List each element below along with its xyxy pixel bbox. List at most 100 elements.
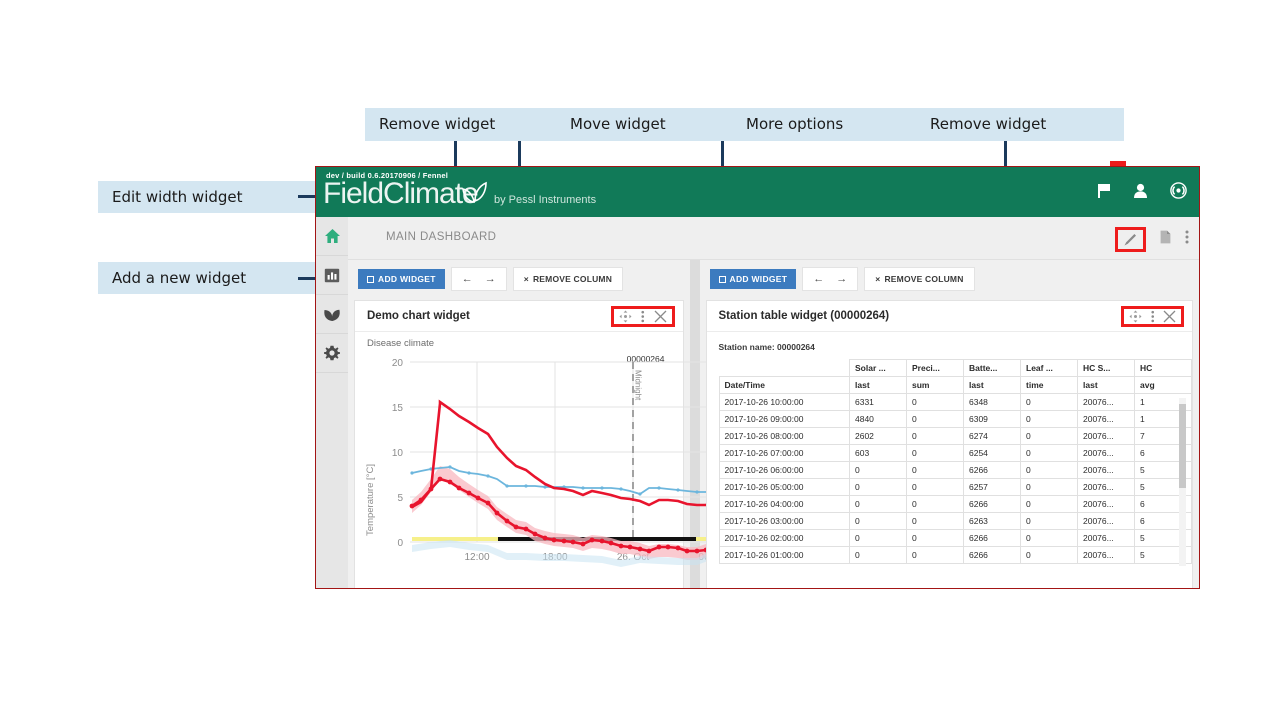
document-button[interactable]	[1160, 230, 1171, 249]
cell-datetime: 2017-10-26 10:00:00	[718, 393, 850, 411]
table-header-leaf[interactable]: Leaf ...	[1020, 359, 1078, 377]
arrow-right-icon[interactable]: →	[836, 273, 847, 285]
add-widget-label: ADD WIDGET	[378, 274, 436, 284]
move-widget-button[interactable]	[1129, 310, 1142, 323]
table-row[interactable]: 2017-10-26 10:00:00 6331 0 6348 0 20076.…	[718, 393, 1192, 411]
cell-solar: 0	[849, 512, 907, 530]
widget-more-options-button[interactable]	[1150, 310, 1155, 323]
cell-leaf: 0	[1020, 444, 1078, 462]
cell-datetime: 2017-10-26 03:00:00	[718, 512, 850, 530]
remove-column-button[interactable]: × REMOVE COLUMN	[512, 267, 624, 291]
person-icon[interactable]	[1133, 183, 1148, 199]
cell-datetime: 2017-10-26 06:00:00	[718, 461, 850, 479]
cell-battery: 6309	[963, 410, 1021, 428]
sidebar-item-home[interactable]	[316, 217, 348, 256]
table-header-datetime[interactable]: Date/Time	[718, 376, 850, 394]
table-header-blank	[719, 359, 850, 377]
table-agg-battery: last	[963, 376, 1021, 394]
cell-datetime: 2017-10-26 07:00:00	[718, 444, 850, 462]
svg-text:5: 5	[397, 493, 403, 504]
table-row[interactable]: 2017-10-26 05:00:00 0 0 6257 0 20076... …	[718, 478, 1192, 496]
sidebar-item-settings[interactable]	[316, 334, 348, 373]
cell-hc-s: 20076...	[1077, 495, 1135, 513]
table-horizontal-scrollbar[interactable]	[719, 588, 1177, 589]
table-row[interactable]: 2017-10-26 02:00:00 0 0 6266 0 20076... …	[718, 529, 1192, 547]
table-header-hc-s[interactable]: HC S...	[1077, 359, 1135, 377]
table-agg-leaf: time	[1020, 376, 1078, 394]
table-agg-solar: last	[849, 376, 907, 394]
chart-icon	[324, 268, 340, 282]
callout-label: Move widget	[570, 115, 666, 133]
column-toolbar-right: ADD WIDGET ← → × REMOVE COLUMN	[706, 260, 1194, 298]
arrow-right-icon[interactable]: →	[485, 273, 496, 285]
app-logo-text: FieldClimate	[323, 177, 479, 210]
cell-hc-s: 20076...	[1077, 529, 1135, 547]
table-row[interactable]: 2017-10-26 01:00:00 0 0 6266 0 20076... …	[718, 546, 1192, 564]
table-row[interactable]: 2017-10-26 08:00:00 2602 0 6274 0 20076.…	[718, 427, 1192, 445]
remove-column-button[interactable]: × REMOVE COLUMN	[864, 267, 975, 291]
sidebar-item-charts[interactable]	[316, 256, 348, 295]
widget-more-options-button[interactable]	[641, 310, 645, 323]
app-screenshot: dev / build 0.6.20170906 / Fennel FieldC…	[315, 166, 1200, 589]
table-body: Station name: 00000264 Solar ... Preci..…	[707, 332, 1192, 589]
dashboard-columns: ADD WIDGET ← → × REMOVE COLUMN Demo char…	[348, 260, 1199, 588]
cell-hc-s: 20076...	[1077, 444, 1135, 462]
cell-hc-s: 20076...	[1077, 512, 1135, 530]
move-widget-button[interactable]	[619, 310, 632, 323]
callout-label: More options	[746, 115, 844, 133]
table-widget-title: Station table widget (00000264)	[718, 310, 890, 322]
column-move-arrows[interactable]: ← →	[802, 267, 859, 291]
more-vertical-icon	[1150, 310, 1154, 322]
cell-solar: 0	[849, 546, 907, 564]
table-header-solar[interactable]: Solar ...	[849, 359, 907, 377]
table-row[interactable]: 2017-10-26 07:00:00 603 0 6254 0 20076..…	[718, 444, 1192, 462]
table-header-hc[interactable]: HC	[1134, 359, 1192, 377]
cell-datetime: 2017-10-26 09:00:00	[718, 410, 850, 428]
table-vertical-scrollbar[interactable]	[1179, 398, 1186, 566]
cell-leaf: 0	[1020, 461, 1078, 479]
table-row[interactable]: 2017-10-26 06:00:00 0 0 6266 0 20076... …	[718, 461, 1192, 479]
table-row[interactable]: 2017-10-26 09:00:00 4840 0 6309 0 20076.…	[718, 410, 1192, 428]
callout-move-widget: Move widget	[556, 108, 742, 141]
callout-remove-widget-1: Remove widget	[365, 108, 569, 141]
remove-widget-button[interactable]	[1163, 310, 1176, 323]
chart-widget-title: Demo chart widget	[367, 310, 470, 322]
cell-solar: 0	[849, 495, 907, 513]
scrollbar-thumb[interactable]	[765, 588, 880, 589]
arrow-left-icon[interactable]: ←	[813, 273, 824, 285]
move-icon	[1129, 310, 1141, 322]
add-widget-square-icon	[718, 275, 726, 283]
cell-solar: 603	[849, 444, 907, 462]
arrow-left-icon[interactable]: ←	[462, 273, 473, 285]
cell-precipitation: 0	[906, 410, 964, 428]
table-header-battery[interactable]: Batte...	[963, 359, 1021, 377]
cell-datetime: 2017-10-26 08:00:00	[718, 427, 850, 445]
cell-solar: 2602	[849, 427, 907, 445]
sidebar-item-disease[interactable]	[316, 295, 348, 334]
cell-hc-s: 20076...	[1077, 478, 1135, 496]
cell-solar: 4840	[849, 410, 907, 428]
edit-width-button[interactable]	[1115, 227, 1146, 252]
dashboard-content: MAIN DASHBOARD ADD WIDGET ← → × REMOVE C…	[348, 217, 1199, 588]
table-row[interactable]: 2017-10-26 03:00:00 0 0 6263 0 20076... …	[718, 512, 1192, 530]
callout-label: Edit width widget	[112, 187, 243, 206]
cell-solar: 0	[849, 461, 907, 479]
dashboard-bar: MAIN DASHBOARD	[348, 217, 1199, 260]
add-widget-button[interactable]: ADD WIDGET	[358, 269, 445, 289]
broadcast-icon[interactable]	[1170, 182, 1187, 199]
callout-label: Remove widget	[379, 115, 496, 133]
add-widget-button[interactable]: ADD WIDGET	[709, 269, 797, 289]
cell-datetime: 2017-10-26 04:00:00	[718, 495, 850, 513]
table-widget: Station table widget (00000264) Station …	[705, 300, 1193, 589]
cell-battery: 6263	[963, 512, 1021, 530]
sidebar-rail	[316, 217, 349, 588]
flag-icon[interactable]	[1097, 183, 1111, 199]
table-row[interactable]: 2017-10-26 04:00:00 0 0 6266 0 20076... …	[718, 495, 1192, 513]
table-header-precipitation[interactable]: Preci...	[906, 359, 964, 377]
column-move-arrows[interactable]: ← →	[450, 267, 507, 291]
svg-text:15: 15	[392, 403, 404, 414]
remove-widget-button[interactable]	[654, 310, 667, 323]
more-options-button[interactable]	[1185, 230, 1189, 249]
cell-battery: 6348	[963, 393, 1021, 411]
scrollbar-thumb[interactable]	[1179, 404, 1186, 488]
